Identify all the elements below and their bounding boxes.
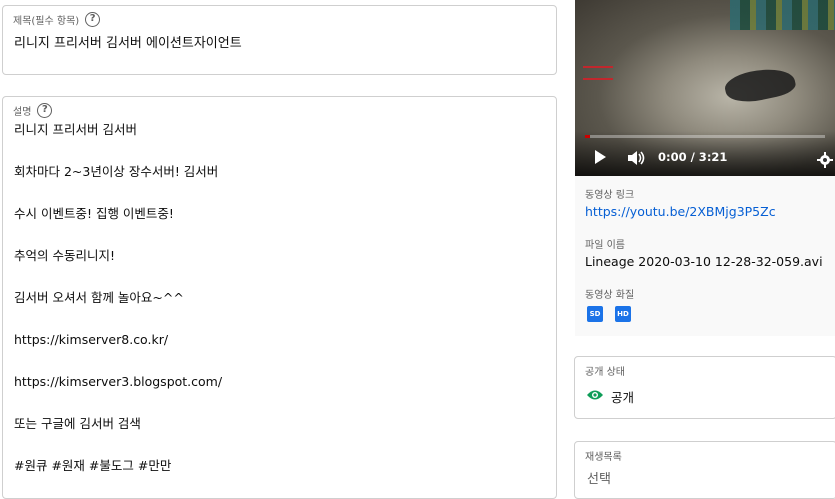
video-player[interactable]: 0:00 / 3:21 — [575, 0, 835, 176]
description-field-label-row: 설명 ? — [13, 103, 53, 118]
filename-value: Lineage 2020-03-10 12-28-32-059.avi — [585, 254, 823, 269]
description-field[interactable]: 설명 ? 리니지 프리서버 김서버 회차마다 2~3년이상 장수서버! 김서버 … — [2, 96, 557, 499]
visibility-value: 공개 — [611, 390, 635, 405]
video-panel: 0:00 / 3:21 동영상 링크 https://youtu.be/2XBM… — [575, 0, 835, 336]
game-health-bars-image — [583, 66, 613, 80]
description-line: https://kimserver3.blogspot.com/ — [14, 374, 223, 389]
game-hud-image — [730, 0, 835, 30]
description-line: 회차마다 2~3년이상 장수서버! 김서버 — [14, 164, 219, 179]
video-link[interactable]: https://youtu.be/2XBMjg3P5Zc — [585, 204, 776, 219]
description-textarea[interactable]: 리니지 프리서버 김서버 회차마다 2~3년이상 장수서버! 김서버 수시 이벤… — [14, 123, 222, 499]
filename-label: 파일 이름 — [585, 240, 625, 251]
settings-gear-icon[interactable] — [817, 152, 833, 168]
title-field-label: 제목(필수 항목) — [13, 16, 80, 27]
description-line: 리니지 프리서버 김서버 — [14, 122, 137, 137]
title-field-label-row: 제목(필수 항목) ? — [13, 12, 101, 27]
video-link-label: 동영상 링크 — [585, 190, 635, 201]
description-line: 김서버 오셔서 함께 놀아요~^^ — [14, 290, 184, 305]
description-line: 추억의 수동리니지! — [14, 248, 115, 263]
video-progress-fill — [585, 135, 590, 138]
title-field[interactable]: 제목(필수 항목) ? 리니지 프리서버 김서버 에이션트자이언트 — [2, 5, 557, 75]
eye-icon — [587, 390, 603, 400]
title-input[interactable]: 리니지 프리서버 김서버 에이션트자이언트 — [14, 32, 242, 51]
description-line: #원큐 #원재 #불도그 #만만 — [14, 458, 172, 473]
play-icon[interactable] — [595, 150, 606, 164]
visibility-label: 공개 상태 — [585, 367, 625, 378]
visibility-selector[interactable]: 공개 상태 공개 — [574, 356, 835, 419]
playlist-value: 선택 — [587, 472, 611, 487]
hd-quality-badge: HD — [615, 306, 631, 322]
playlist-label: 재생목록 — [585, 452, 622, 463]
video-time: 0:00 / 3:21 — [658, 150, 728, 164]
game-scene-image — [722, 63, 798, 107]
help-circle-icon[interactable]: ? — [85, 12, 101, 27]
sd-quality-badge: SD — [587, 306, 603, 322]
volume-icon[interactable] — [627, 150, 645, 166]
video-progress-bar[interactable] — [585, 135, 825, 138]
description-line: 또는 구글에 김서버 검색 — [14, 416, 141, 431]
quality-label: 동영상 화질 — [585, 290, 635, 301]
playlist-selector[interactable]: 재생목록 선택 — [574, 441, 835, 499]
description-line: 수시 이벤트중! 집행 이벤트중! — [14, 206, 174, 221]
help-circle-icon[interactable]: ? — [37, 103, 53, 118]
description-field-label: 설명 — [13, 107, 32, 118]
description-line: https://kimserver8.co.kr/ — [14, 332, 169, 347]
